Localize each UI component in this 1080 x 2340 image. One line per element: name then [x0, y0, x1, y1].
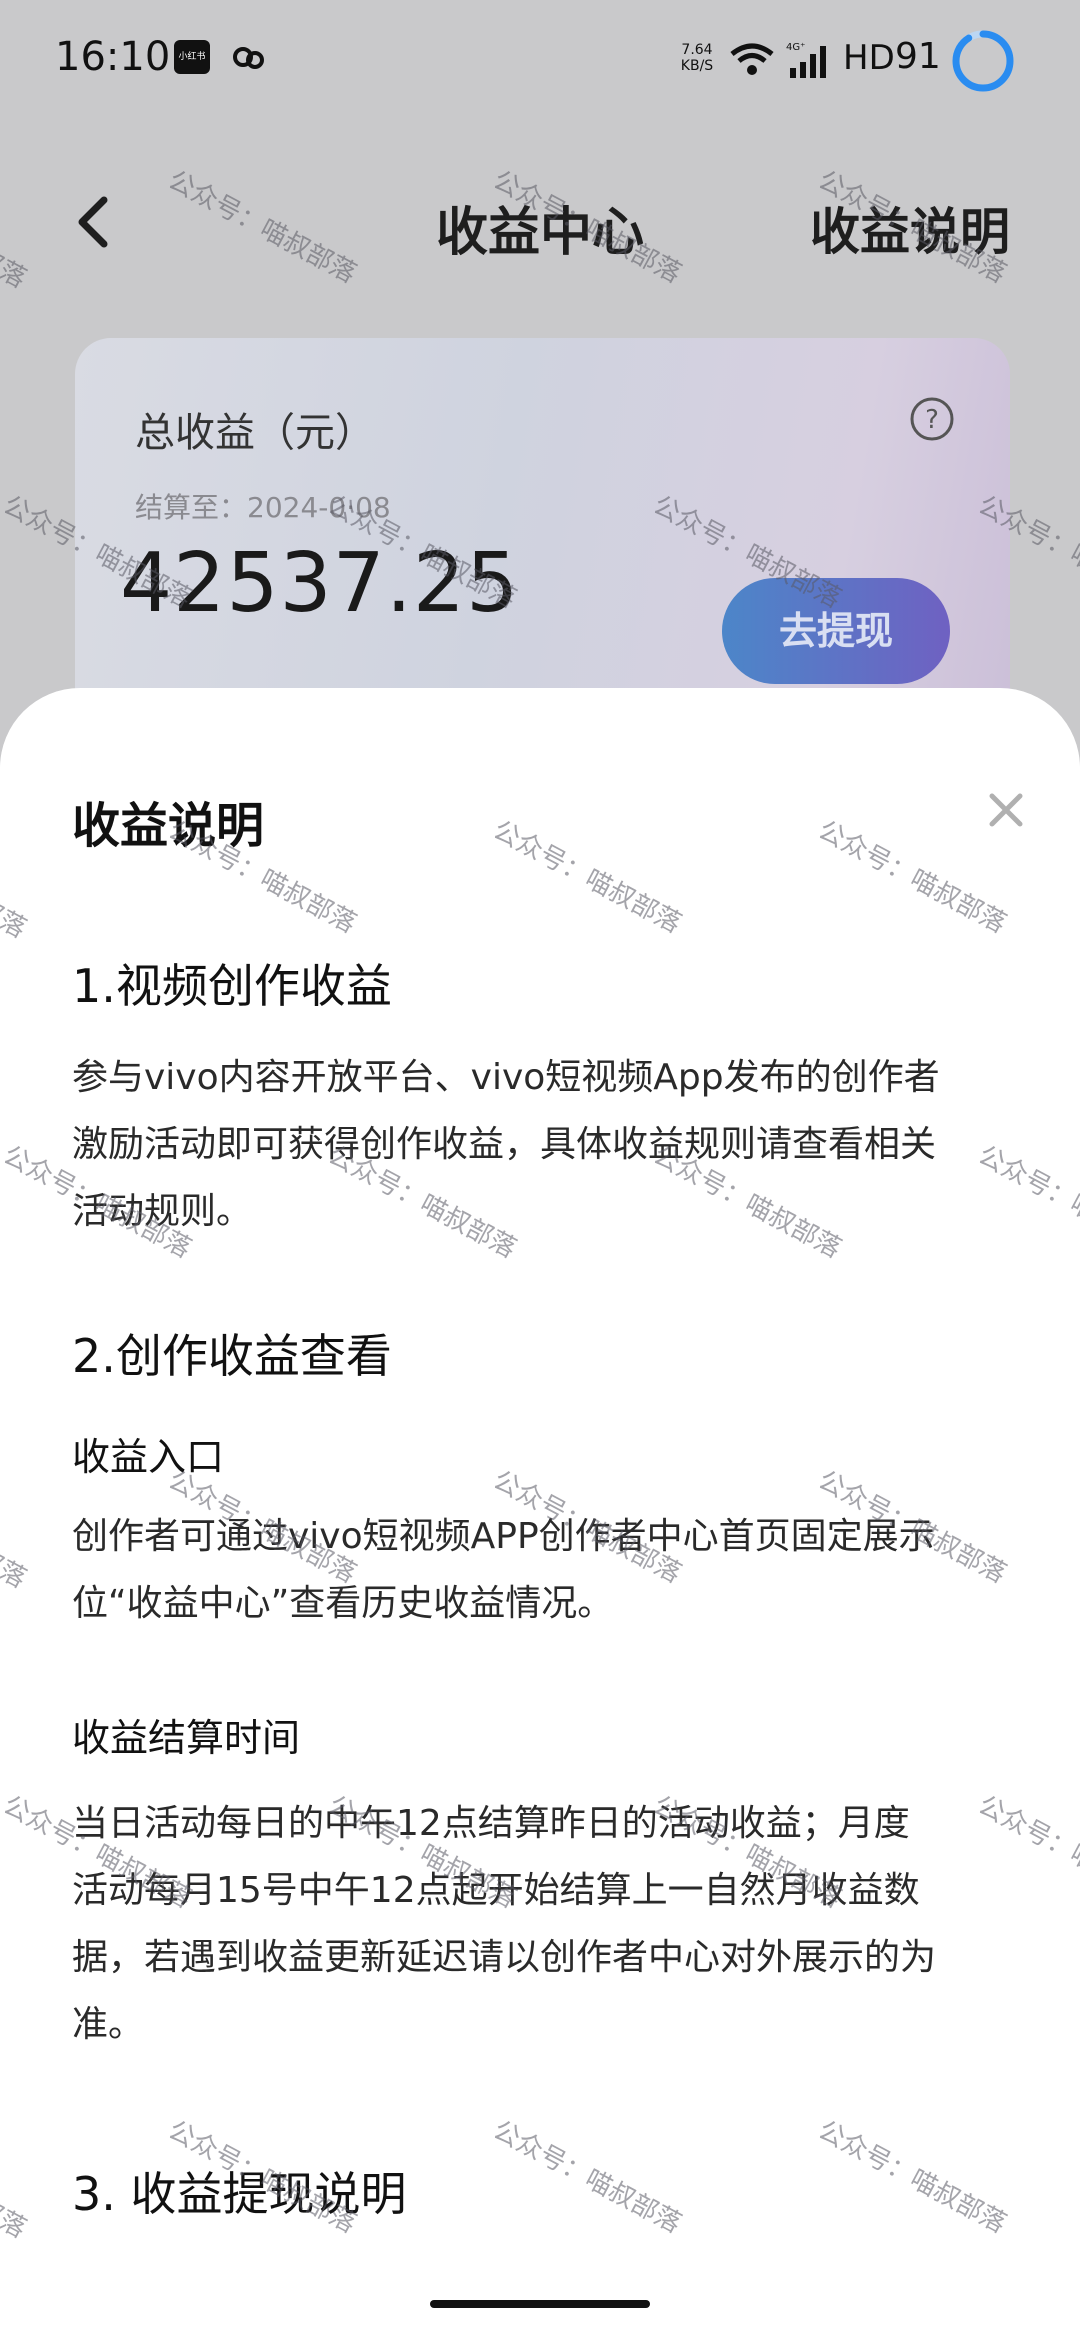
- battery-ring-fill: [952, 30, 1014, 92]
- nav-bar: 收益中心 收益说明: [0, 170, 1080, 280]
- battery-ring-icon: [950, 28, 1016, 94]
- paragraph-line: 据，若遇到收益更新延迟请以创作者中心对外展示的为: [72, 1937, 937, 1978]
- subsection-heading: 收益入口: [72, 1435, 225, 1479]
- net-speed: 7.64 KB/S: [672, 42, 722, 74]
- paragraph-line: 参与vivo内容开放平台、vivo短视频App发布的创作者: [72, 1057, 940, 1098]
- battery-level: 91: [895, 36, 941, 77]
- paragraph-line: 激励活动即可获得创作收益，具体收益规则请查看相关: [72, 1124, 937, 1165]
- xiaohongshu-icon: 小红书: [174, 40, 210, 74]
- paragraph-line: 当日活动每日的中午12点结算昨日的活动收益；月度: [72, 1803, 910, 1844]
- settle-date: 结算至：2024-0·08: [135, 491, 391, 524]
- total-earnings-title: 总收益（元）: [135, 410, 375, 456]
- network-type-label: 4G⁺: [786, 42, 805, 53]
- paragraph-line: 活动每月15号中午12点起开始结算上一自然月收益数: [72, 1870, 920, 1911]
- status-bar: 16:10 小红书 7.64 KB/S 4G⁺ HD 91: [0, 0, 1080, 120]
- home-indicator[interactable]: [430, 2300, 650, 2308]
- section-3: 3. 收益提现说明: [72, 2158, 1012, 2224]
- paragraph-line: 创作者可通过vivo短视频APP创作者中心首页固定展示: [72, 1516, 935, 1557]
- svg-text:?: ?: [925, 405, 939, 435]
- net-speed-value: 7.64: [681, 42, 713, 58]
- subsection-heading: 收益结算时间: [72, 1716, 301, 1760]
- section-2: 2.创作收益查看 收益入口 创作者可通过vivo短视频APP创作者中心首页固定展…: [72, 1320, 1012, 2058]
- earnings-explain-sheet: 收益说明 1.视频创作收益 参与vivo内容开放平台、vivo短视频App发布的…: [0, 688, 1080, 2340]
- status-time: 16:10: [55, 34, 171, 80]
- sheet-title: 收益说明: [72, 798, 265, 854]
- withdraw-button[interactable]: 去提现: [722, 578, 950, 684]
- paragraph-line: 位“收益中心”查看历史收益情况。: [72, 1583, 614, 1624]
- net-speed-unit: KB/S: [680, 58, 714, 74]
- paragraph-line: 准。: [72, 2004, 145, 2045]
- section-1: 1.视频创作收益 参与vivo内容开放平台、vivo短视频App发布的创作者 激…: [72, 950, 1012, 1245]
- section-heading: 1.视频创作收益: [72, 959, 392, 1013]
- earnings-explain-link[interactable]: 收益说明: [810, 192, 1010, 264]
- help-icon[interactable]: ?: [909, 396, 955, 442]
- total-earnings-amount: 42537.25: [120, 536, 520, 631]
- wifi-icon: [730, 42, 774, 80]
- close-icon[interactable]: [984, 788, 1028, 832]
- hd-label: HD: [843, 38, 895, 78]
- section-heading: 2.创作收益查看: [72, 1329, 392, 1383]
- signal-icon: 4G⁺: [786, 40, 834, 84]
- link-icon: [230, 40, 266, 74]
- paragraph-line: 活动规则。: [72, 1191, 253, 1232]
- section-heading: 3. 收益提现说明: [72, 2167, 407, 2221]
